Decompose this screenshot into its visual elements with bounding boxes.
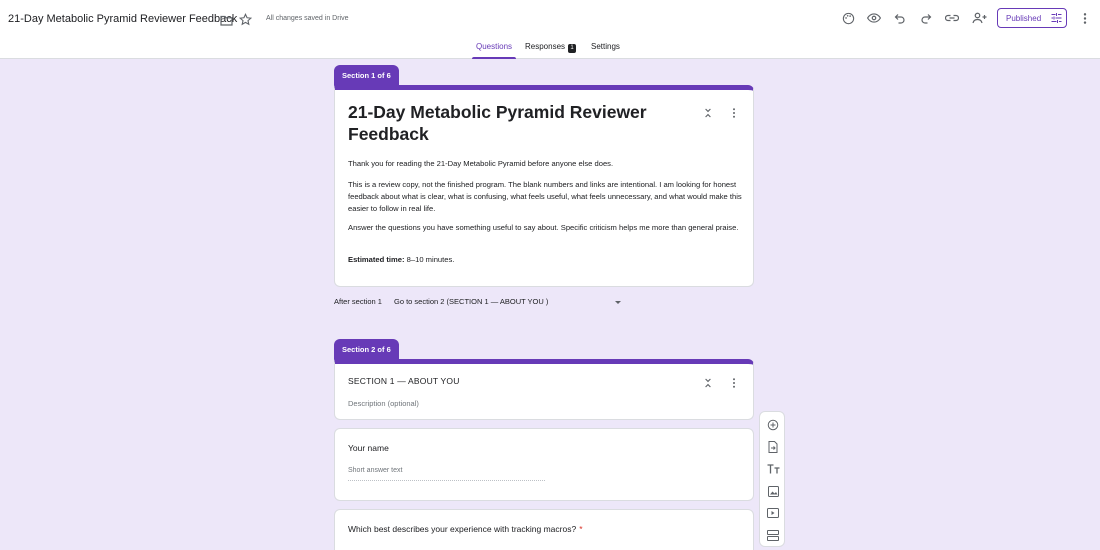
tab-responses[interactable]: Responses 1 [525, 42, 577, 59]
star-icon[interactable] [237, 11, 253, 27]
tab-responses-label: Responses [525, 42, 566, 51]
tune-icon [1051, 13, 1062, 23]
section-description-field[interactable]: Description (optional) [348, 399, 419, 408]
published-label: Published [1006, 13, 1042, 23]
collapse-icon[interactable] [701, 376, 715, 390]
folder-icon[interactable] [218, 12, 234, 28]
add-question-icon[interactable] [764, 416, 782, 434]
required-asterisk: * [579, 524, 583, 534]
palette-icon[interactable] [840, 10, 856, 26]
section-1-tab: Section 1 of 6 [334, 65, 399, 86]
estimated-time: Estimated time: 8–10 minutes. [348, 254, 743, 266]
form-header-title[interactable]: 21-Day Metabolic Pyramid Reviewer Feedba… [348, 101, 668, 145]
section-more-icon[interactable] [727, 376, 741, 390]
save-status: All changes saved in Drive [266, 15, 349, 22]
section-2-title[interactable]: SECTION 1 — ABOUT YOU [348, 376, 460, 386]
tab-settings[interactable]: Settings [591, 42, 620, 59]
section-more-icon[interactable] [727, 106, 741, 120]
form-header-card[interactable]: 21-Day Metabolic Pyramid Reviewer Feedba… [334, 85, 754, 287]
short-answer-field: Short answer text [348, 467, 545, 481]
undo-icon[interactable] [892, 10, 908, 26]
floating-toolbar [759, 411, 785, 547]
published-button[interactable]: Published [997, 8, 1067, 28]
form-tabs: Questions Responses 1 Settings [0, 42, 1100, 59]
tab-questions[interactable]: Questions [471, 42, 517, 59]
form-description-para-2: This is a review copy, not the finished … [348, 180, 742, 213]
question-card[interactable]: Your name Short answer text [334, 428, 754, 501]
more-vert-icon[interactable] [1078, 10, 1092, 26]
responses-count-badge: 1 [568, 44, 577, 53]
question-card[interactable]: Which best describes your experience wit… [334, 509, 754, 550]
link-icon[interactable] [944, 10, 960, 26]
add-section-icon[interactable] [764, 526, 782, 544]
estimated-time-value: 8–10 minutes. [406, 255, 455, 264]
section-2-tab: Section 2 of 6 [334, 339, 399, 360]
eye-icon[interactable] [866, 10, 882, 26]
form-description-para-3: Answer the questions you have something … [348, 223, 739, 232]
redo-icon[interactable] [918, 10, 934, 26]
import-questions-icon[interactable] [764, 438, 782, 456]
add-title-icon[interactable] [764, 460, 782, 478]
collapse-icon[interactable] [701, 106, 715, 120]
top-header: 21-Day Metabolic Pyramid Reviewer Feedba… [0, 0, 1100, 59]
question-title[interactable]: Your name [348, 443, 389, 453]
add-person-icon[interactable] [970, 10, 988, 26]
question-title-text: Which best describes your experience wit… [348, 524, 577, 534]
question-title[interactable]: Which best describes your experience wit… [348, 524, 583, 534]
estimated-time-label: Estimated time: [348, 255, 405, 264]
form-description-para-1: Thank you for reading the 21-Day Metabol… [348, 159, 614, 168]
section-2-header-card[interactable]: SECTION 1 — ABOUT YOU Description (optio… [334, 359, 754, 420]
form-title[interactable]: 21-Day Metabolic Pyramid Reviewer Feedba… [8, 13, 237, 25]
dropdown-arrow-icon[interactable] [615, 301, 621, 304]
add-video-icon[interactable] [764, 504, 782, 522]
after-section-select[interactable]: Go to section 2 (SECTION 1 — ABOUT YOU ) [394, 297, 624, 306]
add-image-icon[interactable] [764, 482, 782, 500]
after-section-label: After section 1 [334, 297, 382, 306]
